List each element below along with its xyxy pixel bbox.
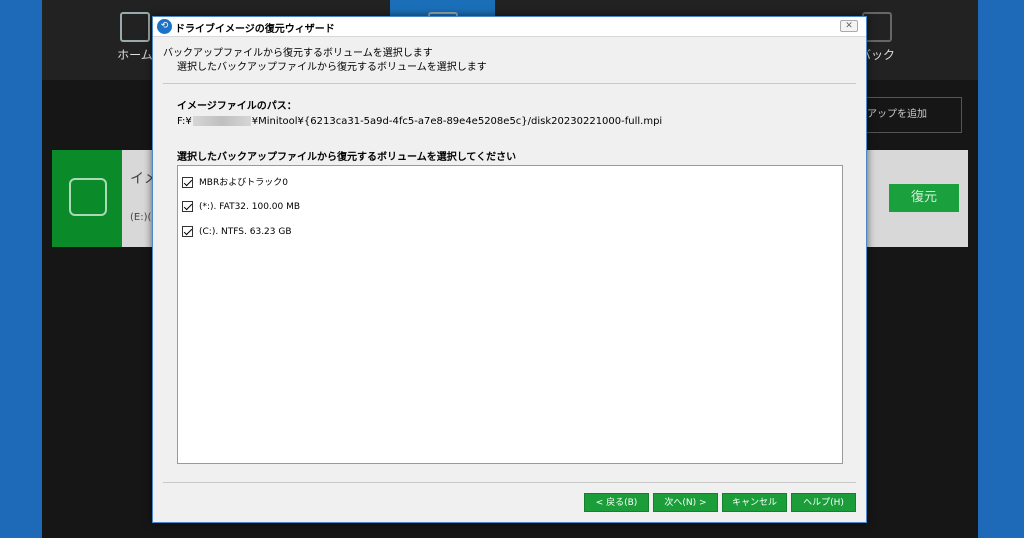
volume-item-c-drive[interactable]: (C:). NTFS. 63.23 GB <box>182 226 292 240</box>
volume-label: MBRおよびトラック0 <box>199 178 288 188</box>
volume-checkbox[interactable] <box>182 201 193 212</box>
volume-checkbox[interactable] <box>182 226 193 237</box>
restore-button[interactable]: 復元 <box>889 184 959 212</box>
nav-home-label: ホーム <box>117 48 153 62</box>
redacted-path-segment <box>192 116 251 126</box>
wizard-step-title: バックアップファイルから復元するボリュームを選択します <box>163 48 433 59</box>
volume-label: (C:). NTFS. 63.23 GB <box>199 227 292 237</box>
dialog-titlebar[interactable]: ⟲ ドライブイメージの復元ウィザード ✕ <box>153 17 866 37</box>
backup-card-subtitle: (E:)( <box>130 212 152 223</box>
disk-icon <box>69 178 107 216</box>
close-button[interactable]: ✕ <box>840 20 858 32</box>
restore-wizard-dialog: ⟲ ドライブイメージの復元ウィザード ✕ バックアップファイルから復元するボリュ… <box>152 16 867 523</box>
footer-divider <box>163 482 856 483</box>
cancel-button[interactable]: キャンセル <box>722 493 787 512</box>
volume-checkbox[interactable] <box>182 177 193 188</box>
volume-list-label: 選択したバックアップファイルから復元するボリュームを選択してください <box>177 152 517 163</box>
home-icon <box>120 12 150 42</box>
volume-item-fat32[interactable]: (*:). FAT32. 100.00 MB <box>182 201 300 215</box>
backup-card-sidebar <box>52 150 122 247</box>
image-path-prefix: F:¥ <box>177 116 192 127</box>
add-backup-button[interactable]: アップを追加 <box>862 97 962 133</box>
volume-item-mbr[interactable]: MBRおよびトラック0 <box>182 175 288 189</box>
help-button[interactable]: ヘルプ(H) <box>791 493 856 512</box>
volume-list[interactable]: MBRおよびトラック0 (*:). FAT32. 100.00 MB (C:).… <box>177 165 843 464</box>
wizard-step-subtitle: 選択したバックアップファイルから復元するボリュームを選択します <box>177 62 487 73</box>
header-divider <box>163 83 856 84</box>
volume-label: (*:). FAT32. 100.00 MB <box>199 202 301 212</box>
image-path-suffix: ¥Minitool¥{6213ca31-5a9d-4fc5-a7e8-89e4e… <box>251 116 663 127</box>
image-path-value: F:¥ ¥Minitool¥{6213ca31-5a9d-4fc5-a7e8-89… <box>177 116 662 127</box>
next-button[interactable]: 次へ(N) > <box>653 493 718 512</box>
window-title: ドライブイメージの復元ウィザード <box>175 24 335 35</box>
back-button[interactable]: < 戻る(B) <box>584 493 649 512</box>
image-path-label: イメージファイルのパス： <box>177 101 297 112</box>
app-logo-icon: ⟲ <box>157 19 172 34</box>
